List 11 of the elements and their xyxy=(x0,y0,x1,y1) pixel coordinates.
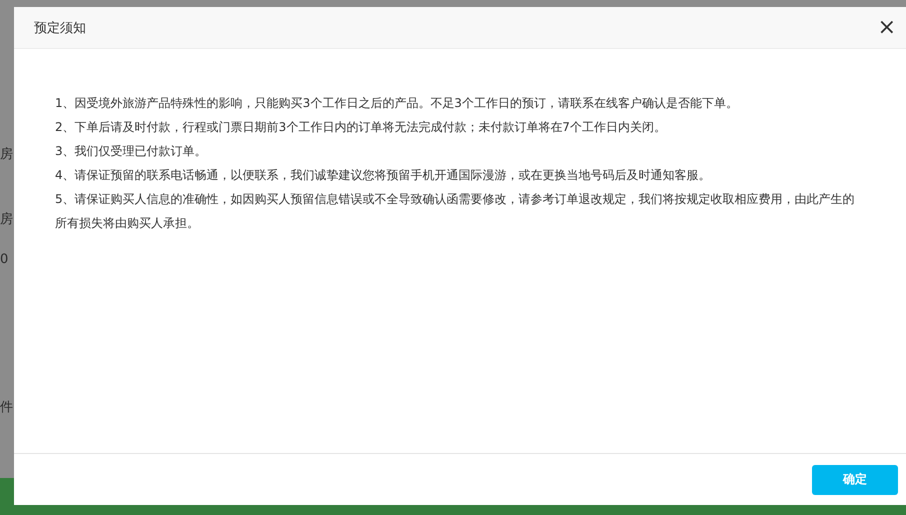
background-text: 0 xyxy=(0,251,8,269)
notice-text: 2、下单后请及时付款，行程或门票日期前3个工作日内的订单将无法完成付款；未付款订单将在7个工作日内关闭。 xyxy=(55,119,667,136)
notice-text: 4、请保证预留的联系电话畅通，以便联系，我们诚挚建议您将预留手机开通国际漫游，或在更换当地号码后及时通知客服。 xyxy=(55,167,712,184)
notice-text: 3、我们仅受理已付款订单。 xyxy=(55,143,208,160)
background-text: 房 xyxy=(0,211,13,229)
notice-text: 5、请保证购买人信息的准确性，如因购买人预留信息错误或不全导致确认函需要修改，请参考订单退改规定，我们将按规定收取相应费用，由此产生的所有损失将由购买人承担。 xyxy=(55,191,856,232)
background-text: 件 xyxy=(0,399,13,417)
notice-text: 1、因受境外旅游产品特殊性的影响，只能购买3个工作日之后的产品。不足3个工作日的预订，请联系在线客户确认是否能下单。 xyxy=(55,95,739,112)
background-text: 房 xyxy=(0,146,13,164)
close-button[interactable]: × xyxy=(876,16,898,38)
dialog-title: 预定须知 xyxy=(34,20,86,36)
